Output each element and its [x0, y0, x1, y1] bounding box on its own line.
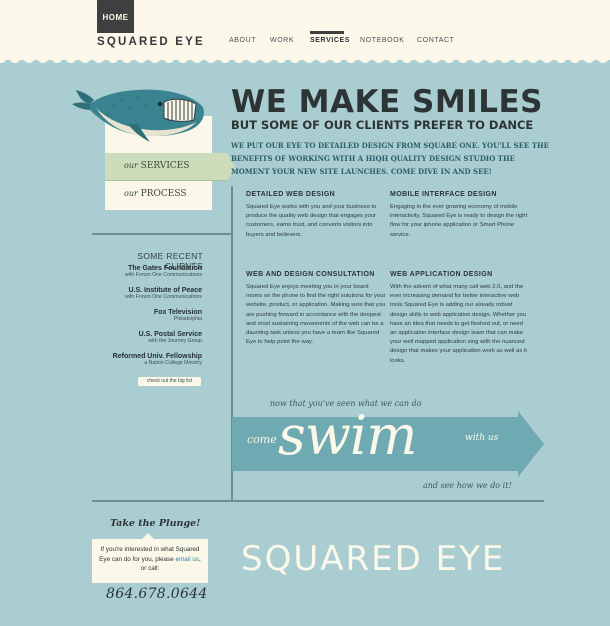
side-nav-process-prefix: our	[124, 189, 138, 198]
big-list-link[interactable]: check out the big list	[138, 377, 201, 386]
nav-contact[interactable]: CONTACT	[417, 37, 455, 44]
swim-come-text[interactable]: come	[247, 433, 277, 446]
service-body-consultation: Squared Eye enjoys meeting you in your b…	[246, 284, 386, 346]
service-heading-web-app: WEB APPLICATION DESIGN	[390, 271, 493, 278]
phone-number[interactable]: 864.678.0644	[106, 586, 208, 602]
hero-intro: WE PUT OUR EYE TO DETAILED DESIGN FROM S…	[231, 141, 549, 176]
whale-icon	[72, 89, 204, 142]
client-item: U.S. Postal Service with the Journey Gro…	[139, 331, 202, 344]
service-heading-web-design: DETAILED WEB DESIGN	[246, 191, 336, 198]
client-name: Reformed Univ. Fellowship	[112, 353, 202, 360]
client-sub: Philadelphia	[173, 316, 202, 322]
client-name: The Gates Foundation	[128, 265, 202, 272]
service-heading-mobile: MOBILE INTERFACE DESIGN	[390, 191, 497, 198]
email-link[interactable]: email us	[176, 556, 199, 563]
nav-active-indicator	[310, 31, 344, 34]
side-nav-process-text: PROCESS	[140, 189, 187, 199]
plunge-title: Take the Plunge!	[110, 518, 201, 529]
clients-divider	[92, 233, 232, 235]
service-body-web-app: With the advent of what many call web 2.…	[390, 284, 527, 364]
service-heading-consultation: WEB AND DESIGN CONSULTATION	[246, 271, 375, 278]
swim-word[interactable]: swim	[278, 406, 417, 466]
nav-about[interactable]: ABOUT	[229, 37, 256, 44]
client-name: Fox Television	[153, 309, 202, 316]
swim-outro-text: and see how we do it!	[423, 481, 512, 490]
whale-illustration	[72, 89, 204, 142]
side-nav-services-label[interactable]: our SERVICES	[124, 161, 190, 171]
client-item: The Gates Foundation with Forum One Comm…	[125, 265, 202, 278]
client-sub: a Nation College Ministry	[144, 360, 202, 366]
nav-services[interactable]: SERVICES	[310, 37, 350, 44]
client-name: U.S. Postal Service	[138, 331, 202, 338]
nav-work[interactable]: WORK	[270, 37, 294, 44]
footer-logo: SQUARED EYE	[241, 539, 506, 579]
client-item: U.S. Institute of Peace with Forum One C…	[125, 287, 202, 300]
site-logo[interactable]: SQUARED EYE	[97, 36, 205, 48]
service-body-mobile: Engaging in the ever growing economy of …	[390, 204, 528, 238]
swim-with-text[interactable]: with us	[465, 433, 498, 443]
nav-notebook[interactable]: NOTEBOOK	[360, 37, 404, 44]
client-sub: with Forum One Communications	[125, 294, 202, 300]
client-sub: with Forum One Communications	[125, 272, 202, 278]
side-nav-services-prefix: our	[124, 161, 138, 170]
side-nav-services-text: SERVICES	[140, 161, 190, 171]
client-item: Reformed Univ. Fellowship a Nation Colle…	[113, 353, 202, 366]
hero-subtitle: BUT SOME OF OUR CLIENTS PREFER TO DANCE	[231, 118, 534, 132]
header-scallop-edge	[0, 52, 610, 63]
client-sub: with the Journey Group	[148, 338, 202, 344]
hero-title: WE MAKE SMILES	[231, 84, 543, 120]
client-name: U.S. Institute of Peace	[128, 287, 202, 294]
side-nav-process-label[interactable]: our PROCESS	[124, 189, 187, 199]
contact-text: If you're interested in what Squared Eye…	[96, 545, 204, 574]
site-header	[0, 0, 610, 60]
footer-divider	[92, 500, 544, 502]
client-item: Fox Television Philadelphia	[154, 309, 202, 322]
service-body-web-design: Squared Eye works with you and your busi…	[246, 204, 377, 238]
home-tab[interactable]: HOME	[97, 0, 134, 33]
